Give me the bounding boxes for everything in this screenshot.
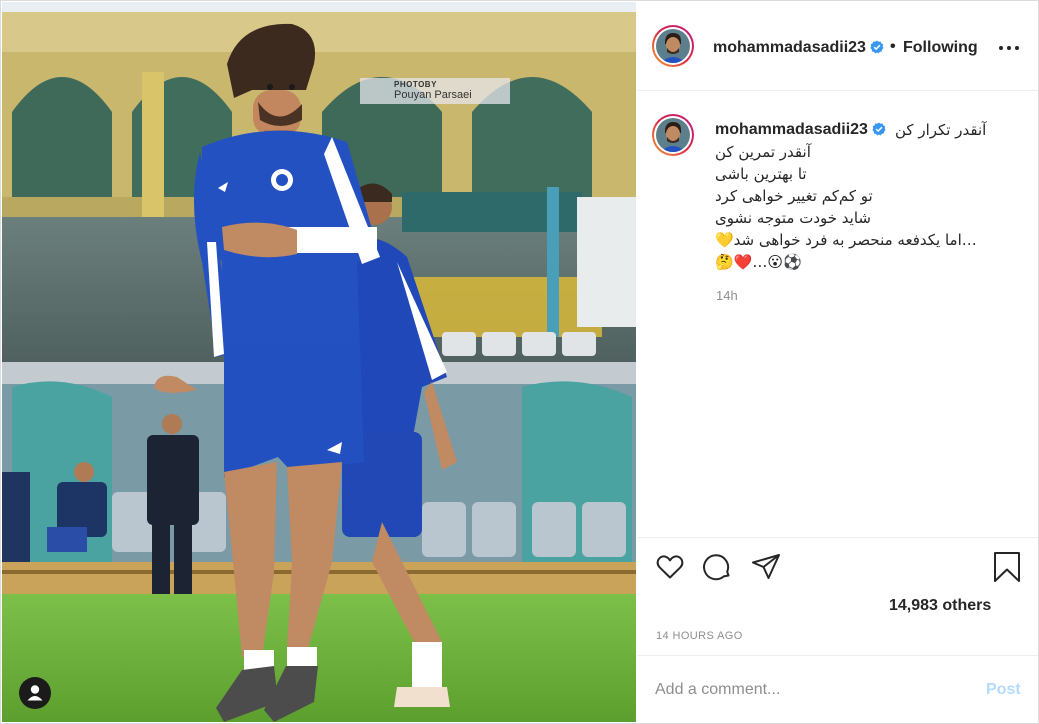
verified-badge-icon	[872, 122, 886, 136]
caption-line: شاید خودت متوجه نشوی	[715, 209, 871, 227]
post-details-panel: mohammadasadii23 • Following mohammadasa…	[637, 2, 1038, 722]
watermark-bottom-text: Pouyan Parsaei	[394, 89, 472, 101]
bookmark-icon-svg	[994, 552, 1020, 582]
caption-avatar[interactable]	[652, 114, 694, 156]
caption-line: …اما یکدفعه منحصر به فرد خواهی شد💛	[715, 231, 977, 249]
caption-line: ⚽️😮…❤️🤔	[715, 253, 802, 271]
caption-area: mohammadasadii23 آنقدر تکرار کن آنقدر تم…	[637, 91, 1038, 537]
post-comment-button[interactable]: Post	[986, 681, 1021, 699]
avatar-frame	[654, 27, 692, 65]
avatar-frame	[654, 116, 692, 154]
caption-line: تا بهترین باشی	[715, 165, 807, 183]
comment-input[interactable]	[655, 674, 955, 706]
header-avatar[interactable]	[652, 25, 694, 67]
post-header: mohammadasadii23 • Following	[637, 2, 1038, 91]
watermark-top-text: PHOTOBY	[394, 80, 437, 89]
post-photo[interactable]: PHOTOBY Pouyan Parsaei	[2, 2, 636, 722]
photo-watermark: PHOTOBY Pouyan Parsaei	[360, 78, 510, 104]
posted-time[interactable]: 14 HOURS AGO	[656, 630, 743, 642]
heart-icon-svg	[656, 555, 684, 579]
avatar-image	[656, 29, 690, 63]
share-icon-svg	[752, 554, 780, 579]
caption-line: آنقدر تمرین کن	[715, 143, 811, 161]
post-actions: 14,983 others 14 HOURS AGO Post	[637, 537, 1038, 722]
user-tags-button[interactable]	[19, 677, 51, 709]
header-username[interactable]: mohammadasadii23	[713, 39, 884, 57]
comment-icon-svg	[703, 554, 730, 581]
comment-box: Post	[637, 655, 1038, 723]
caption-line: آنقدر تکرار کن	[895, 121, 987, 139]
following-button[interactable]: Following	[903, 39, 978, 57]
header-username-text: mohammadasadii23	[713, 39, 866, 56]
likes-count[interactable]: 14,983 others	[889, 597, 991, 615]
caption-username-text: mohammadasadii23	[715, 121, 868, 138]
comment-icon[interactable]	[702, 552, 732, 587]
user-icon	[27, 685, 43, 701]
header-separator: •	[890, 38, 896, 55]
caption-line: تو کم‌کم تغییر خواهی کرد	[715, 187, 873, 205]
heart-icon[interactable]	[655, 552, 685, 587]
caption-username[interactable]: mohammadasadii23	[715, 121, 886, 139]
caption-time[interactable]: 14h	[716, 288, 738, 303]
photo-scene	[2, 2, 636, 722]
more-options-icon[interactable]	[999, 38, 1019, 58]
verified-badge-icon	[870, 40, 884, 54]
share-icon[interactable]	[751, 552, 781, 587]
post-modal: PHOTOBY Pouyan Parsaei mohammadasadii23 …	[0, 0, 1039, 724]
bookmark-icon[interactable]	[992, 551, 1022, 588]
avatar-image	[656, 118, 690, 152]
